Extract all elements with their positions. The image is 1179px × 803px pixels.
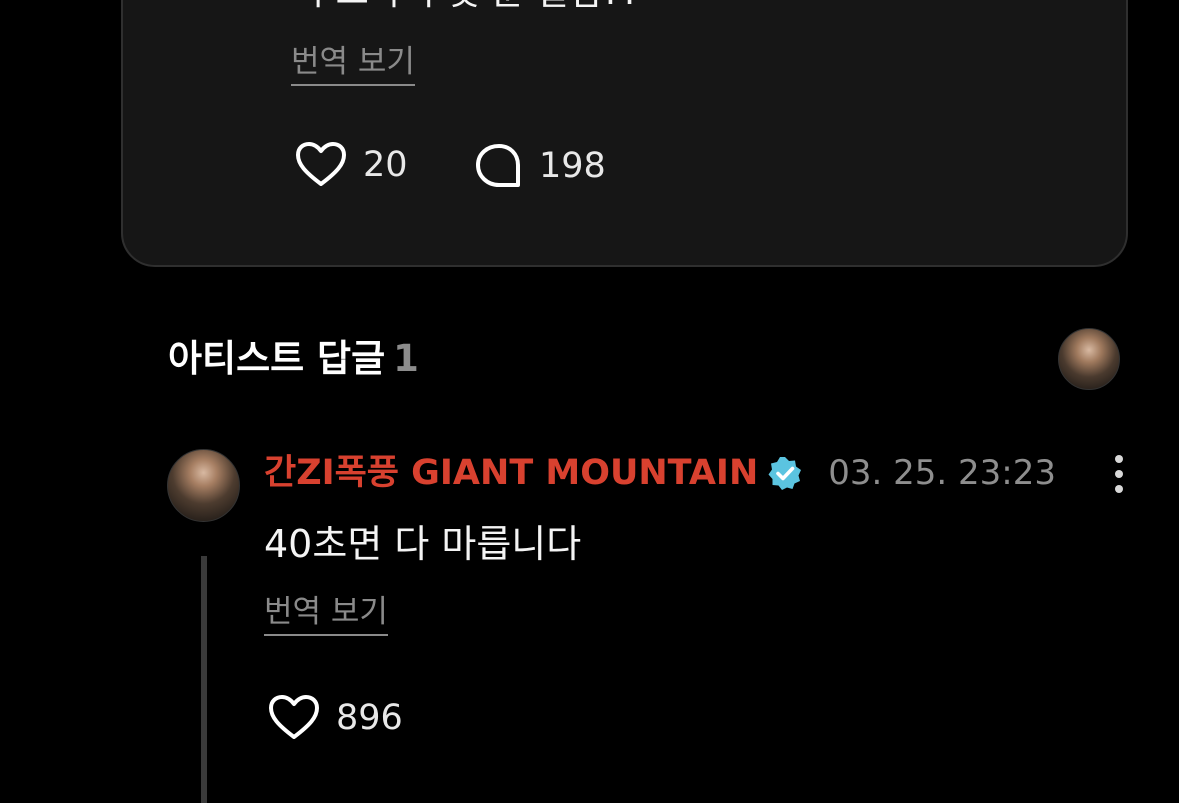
comment-thread-screen: 너 드라이 몇 분 걸림?? 번역 보기 20 198 아티스트 답글1 간ZI… bbox=[0, 0, 1179, 803]
artist-avatar[interactable] bbox=[167, 449, 240, 522]
artist-translate-link[interactable]: 번역 보기 bbox=[264, 592, 388, 636]
reply-timestamp: 03. 25. 23:23 bbox=[828, 453, 1056, 493]
fan-comment-card: 너 드라이 몇 분 걸림?? 번역 보기 20 198 bbox=[121, 0, 1128, 267]
artist-reply-text: 40초면 다 마릅니다 bbox=[264, 522, 582, 566]
fan-like-count: 20 bbox=[363, 145, 408, 185]
artist-reply-like-button[interactable]: 896 bbox=[268, 695, 403, 741]
artist-replies-count: 1 bbox=[393, 337, 419, 380]
fan-reply-button[interactable]: 198 bbox=[475, 142, 606, 190]
heart-outline-icon bbox=[296, 142, 346, 186]
fan-translate-link[interactable]: 번역 보기 bbox=[291, 42, 415, 86]
heart-outline-icon bbox=[269, 695, 319, 739]
artist-header-avatar[interactable] bbox=[1058, 328, 1120, 390]
fan-comment-text: 너 드라이 몇 분 걸림?? bbox=[291, 0, 640, 16]
speech-bubble-icon bbox=[476, 144, 520, 187]
artist-replies-title: 아티스트 답글 bbox=[168, 337, 386, 380]
artist-replies-header: 아티스트 답글 1 bbox=[168, 336, 419, 382]
more-vertical-icon[interactable] bbox=[1106, 453, 1132, 495]
verified-badge-icon bbox=[768, 457, 802, 490]
artist-name[interactable]: 간ZI폭풍 GIANT MOUNTAIN bbox=[264, 450, 758, 496]
artist-reply-meta: 간ZI폭풍 GIANT MOUNTAIN 03. 25. 23:23 bbox=[264, 450, 1056, 496]
thread-connector-line bbox=[201, 556, 207, 803]
fan-reply-count: 198 bbox=[539, 146, 606, 186]
fan-like-button[interactable]: 20 bbox=[295, 142, 408, 188]
artist-reply-like-count: 896 bbox=[336, 698, 403, 738]
